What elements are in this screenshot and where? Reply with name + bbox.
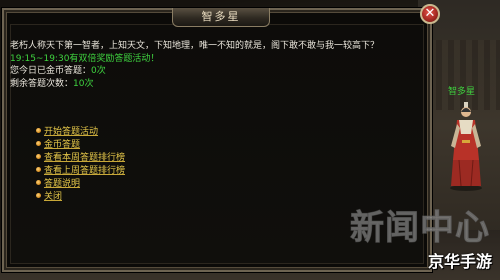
option-label[interactable]: 关闭 (44, 189, 62, 202)
option-gold-quiz[interactable]: 金币答题 (36, 137, 236, 150)
option-label[interactable]: 查看本周答题排行榜 (44, 150, 125, 163)
npc-sprite-icon (450, 102, 482, 191)
gold-answer-count: 您今日已金币答题：0次 (10, 65, 420, 78)
option-bullet-icon (36, 141, 41, 146)
option-bullet-icon (36, 128, 41, 133)
option-bullet-icon (36, 193, 41, 198)
option-label[interactable]: 查看上周答题排行榜 (44, 163, 125, 176)
option-label[interactable]: 金币答题 (44, 137, 80, 150)
option-quiz-instructions[interactable]: 答题说明 (36, 176, 236, 189)
close-icon: ✕ (424, 6, 436, 21)
option-bullet-icon (36, 180, 41, 185)
option-label[interactable]: 答题说明 (44, 176, 80, 189)
remaining-answer-value: 10次 (73, 78, 94, 89)
npc-greeting-text: 老朽人称天下第一智者，上知天文，下知地理，唯一不知的就是，阁下敢不敢与我一较高下… (10, 41, 380, 51)
option-start-quiz[interactable]: 开始答题活动 (36, 124, 236, 137)
gold-answer-value: 0次 (91, 66, 106, 76)
option-bullet-icon (36, 167, 41, 172)
dialog-text-block: 老朽人称天下第一智者，上知天文，下知地理，唯一不知的就是，阁下敢不敢与我一较高下… (10, 40, 420, 90)
option-bullet-icon (36, 154, 41, 159)
option-this-week-ranking[interactable]: 查看本周答题排行榜 (36, 150, 236, 163)
npc-character-sprite[interactable] (445, 100, 487, 192)
remaining-answer-label: 剩余答题次数： (10, 78, 74, 89)
remaining-answer-count: 剩余答题次数：10次 (10, 78, 420, 91)
close-button[interactable]: ✕ (420, 4, 440, 24)
npc-name-label: 智多星 (448, 87, 476, 97)
gold-answer-label: 您今日已金币答题： (10, 66, 92, 76)
dialog-title: 智多星 (172, 8, 270, 27)
event-time-text: 19:15~19:30有双倍奖励答题活动！ (10, 53, 160, 64)
watermark-brand-text: 京华手游 (427, 252, 492, 271)
watermark-main-text: 新闻中心 (350, 208, 490, 249)
dialog-options-list: 开始答题活动 金币答题 查看本周答题排行榜 查看上周答题排行榜 答题说明 关闭 (36, 124, 236, 202)
option-last-week-ranking[interactable]: 查看上周答题排行榜 (36, 163, 236, 176)
option-label[interactable]: 开始答题活动 (44, 124, 98, 137)
option-close[interactable]: 关闭 (36, 189, 236, 202)
watermark: 新闻中心 京华手游 (350, 200, 498, 278)
